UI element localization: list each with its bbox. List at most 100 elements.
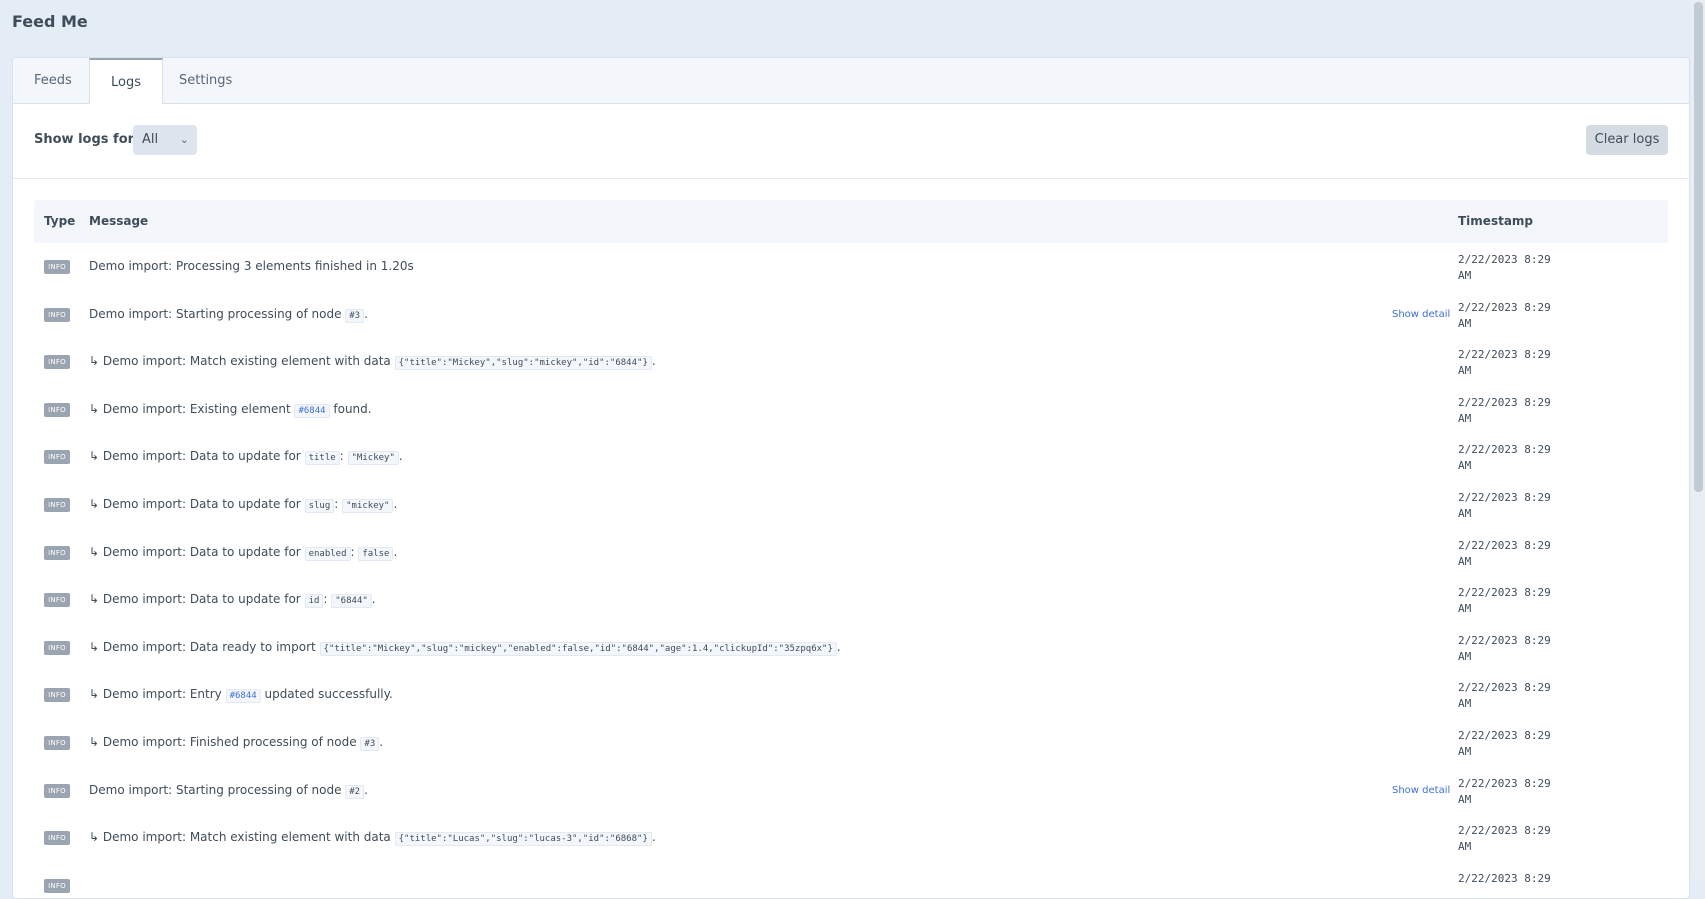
header-message: Message (89, 214, 149, 228)
timestamp-date: 2/22/2023 8:29 (1458, 681, 1551, 695)
chevron-down-icon: ⌄ (179, 133, 189, 146)
log-timestamp: 2/22/2023 8:29 AM (1458, 252, 1568, 284)
message-text: ↳ Demo import: Data to update for (89, 496, 305, 511)
message-code: "mickey" (342, 498, 394, 513)
message-text: . (393, 496, 398, 511)
message-text: . (836, 639, 841, 654)
filter-label: Show logs for: (34, 132, 140, 147)
message-text: ↳ Demo import: Data to update for (89, 592, 305, 607)
message-text: ↳ Demo import: Finished processing of no… (89, 734, 361, 749)
log-timestamp: 2/22/2023 8:29 AM (1458, 776, 1568, 808)
log-timestamp: 2/22/2023 8:29 AM (1458, 490, 1568, 522)
table-row: INFO ↳ Demo import: Finished processing o… (34, 719, 1668, 767)
message-text: Demo import: Processing 3 elements finis… (89, 259, 414, 273)
log-message: Demo import: Processing 3 elements finis… (89, 259, 414, 273)
log-filter-select[interactable]: All ⌄ (133, 125, 197, 155)
timestamp-date: 2/22/2023 8:29 (1458, 728, 1551, 742)
timestamp-meridiem: AM (1458, 554, 1472, 568)
type-badge: INFO (44, 688, 70, 703)
timestamp-meridiem: AM (1458, 364, 1472, 378)
message-text: Demo import: Starting processing of node (89, 306, 346, 321)
message-text: ↳ Demo import: Data ready to import (89, 639, 320, 654)
timestamp-meridiem: AM (1458, 602, 1472, 616)
table-row: INFO ↳ Demo import: Existing element #684… (34, 386, 1668, 434)
table-row: INFO Demo import: Starting processing of … (34, 291, 1668, 339)
tab-feeds[interactable]: Feeds (13, 58, 93, 103)
log-timestamp: 2/22/2023 8:29 AM (1458, 442, 1568, 474)
table-row: INFO 2/22/2023 8:29 (34, 862, 1668, 898)
timestamp-meridiem: AM (1458, 697, 1472, 711)
log-message: Demo import: Starting processing of node… (89, 306, 368, 323)
timestamp-date: 2/22/2023 8:29 (1458, 443, 1551, 457)
message-code: "6844" (331, 594, 372, 609)
type-badge: INFO (44, 831, 70, 846)
log-message: ↳ Demo import: Match existing element wi… (89, 354, 656, 371)
show-detail-link[interactable]: Show detail (1392, 785, 1450, 796)
message-code: enabled (304, 546, 351, 561)
tab-settings[interactable]: Settings (158, 58, 253, 103)
scrollbar-thumb[interactable] (1694, 2, 1703, 492)
message-text: updated successfully. (260, 687, 393, 702)
log-timestamp: 2/22/2023 8:29 AM (1458, 347, 1568, 379)
message-code: {"title":"Mickey","slug":"mickey","enabl… (319, 641, 837, 656)
table-row: INFO ↳ Demo import: Data to update for sl… (34, 481, 1668, 529)
message-text: . (398, 449, 403, 464)
timestamp-date: 2/22/2023 8:29 (1458, 824, 1551, 838)
timestamp-meridiem: AM (1458, 411, 1472, 425)
type-badge: INFO (44, 593, 70, 608)
log-timestamp: 2/22/2023 8:29 AM (1458, 585, 1568, 617)
timestamp-date: 2/22/2023 8:29 (1458, 633, 1551, 647)
type-badge: INFO (44, 402, 70, 417)
table-row: INFO ↳ Demo import: Match existing elemen… (34, 814, 1668, 862)
table-row: INFO Demo import: Processing 3 elements f… (34, 243, 1668, 291)
message-text: ↳ Demo import: Entry (89, 687, 226, 702)
message-text: : (339, 449, 348, 464)
log-message: ↳ Demo import: Data ready to import {"ti… (89, 639, 841, 656)
timestamp-date: 2/22/2023 8:29 (1458, 538, 1551, 552)
timestamp-date: 2/22/2023 8:29 (1458, 395, 1551, 409)
timestamp-date: 2/22/2023 8:29 (1458, 348, 1551, 362)
timestamp-meridiem: AM (1458, 840, 1472, 854)
log-timestamp: 2/22/2023 8:29 AM (1458, 680, 1568, 712)
message-text: ↳ Demo import: Data to update for (89, 544, 305, 559)
type-badge: INFO (44, 450, 70, 465)
message-text: ↳ Demo import: Data to update for (89, 449, 305, 464)
table-row: INFO ↳ Demo import: Data to update for id… (34, 576, 1668, 624)
log-timestamp: 2/22/2023 8:29 AM (1458, 633, 1568, 665)
log-message: ↳ Demo import: Data to update for title:… (89, 449, 403, 466)
clear-logs-button[interactable]: Clear logs (1586, 125, 1668, 155)
app-title: Feed Me (12, 12, 88, 31)
timestamp-date: 2/22/2023 8:29 (1458, 253, 1551, 266)
header-type: Type (44, 214, 76, 228)
tab-logs[interactable]: Logs (89, 58, 163, 104)
log-filter-value: All (142, 132, 159, 147)
page-scrollbar[interactable] (1691, 0, 1705, 879)
message-text: ↳ Demo import: Existing element (89, 401, 295, 416)
header-timestamp: Timestamp (1458, 214, 1534, 228)
message-text: . (651, 830, 656, 845)
type-badge: INFO (44, 497, 70, 512)
log-message: ↳ Demo import: Data to update for id: "6… (89, 592, 376, 609)
table-row: INFO ↳ Demo import: Entry #6844 updated s… (34, 671, 1668, 719)
log-timestamp: 2/22/2023 8:29 AM (1458, 728, 1568, 760)
timestamp-date: 2/22/2023 8:29 (1458, 300, 1551, 314)
table-row: INFO ↳ Demo import: Data to update for ti… (34, 433, 1668, 481)
table-body: INFO Demo import: Processing 3 elements f… (34, 243, 1668, 898)
table-row: INFO ↳ Demo import: Data to update for en… (34, 529, 1668, 577)
tab-bar: Feeds Logs Settings (13, 58, 1689, 104)
message-code: {"title":"Lucas","slug":"lucas-3","id":"… (394, 832, 652, 847)
element-link[interactable]: #6844 (225, 689, 261, 704)
timestamp-date: 2/22/2023 8:29 (1458, 776, 1551, 790)
timestamp-meridiem: AM (1458, 269, 1472, 282)
show-detail-link[interactable]: Show detail (1392, 309, 1450, 320)
log-timestamp: 2/22/2023 8:29 AM (1458, 395, 1568, 427)
message-code: slug (304, 498, 335, 513)
log-message: ↳ Demo import: Existing element #6844 fo… (89, 401, 372, 418)
logs-panel: Feeds Logs Settings Show logs for: All ⌄… (12, 57, 1690, 899)
message-text: : (334, 496, 343, 511)
element-link[interactable]: #6844 (294, 403, 330, 418)
log-message: ↳ Demo import: Finished processing of no… (89, 734, 383, 751)
log-timestamp: 2/22/2023 8:29 AM (1458, 300, 1568, 332)
table-row: INFO ↳ Demo import: Match existing elemen… (34, 338, 1668, 386)
timestamp-meridiem: AM (1458, 792, 1472, 806)
